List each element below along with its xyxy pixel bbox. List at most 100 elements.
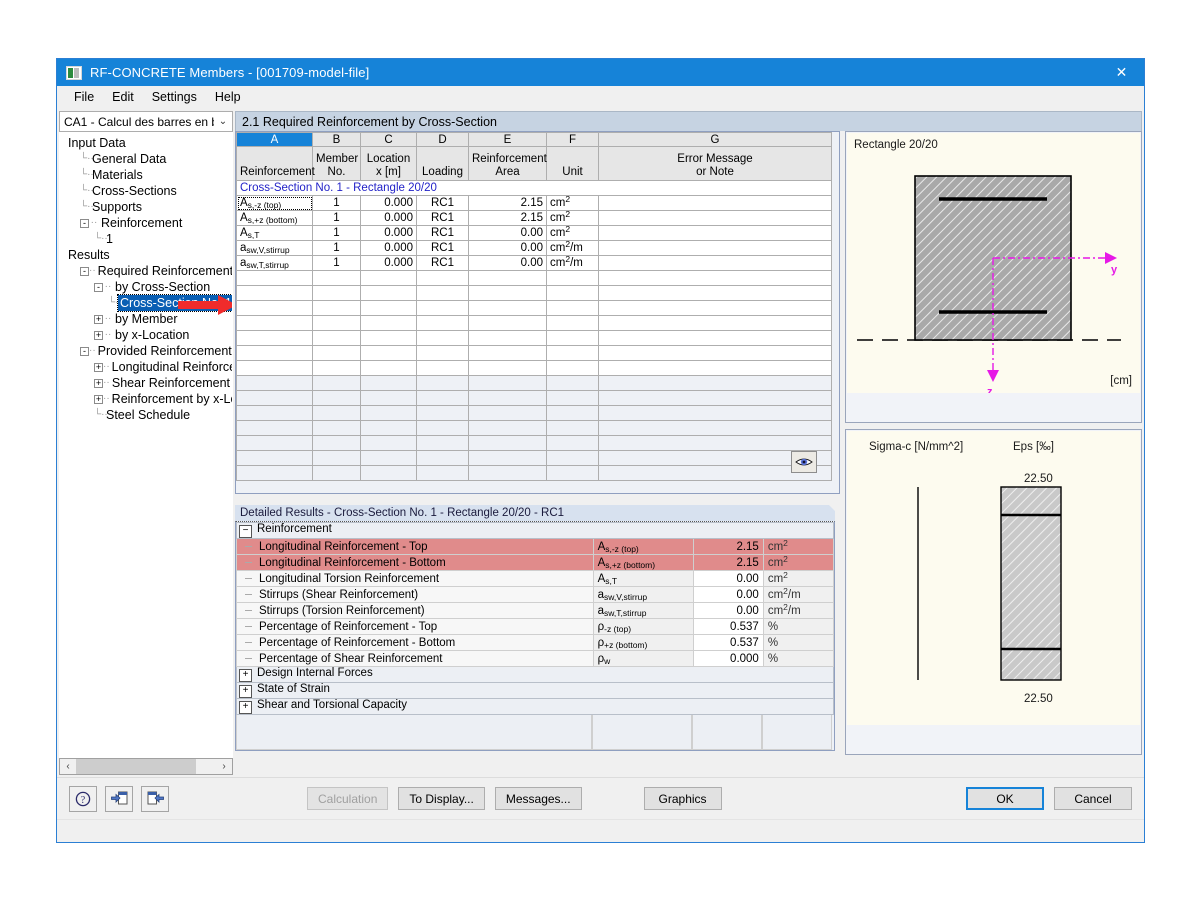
- table-row[interactable]: As,-z (top)10.000RC12.15cm2: [237, 196, 832, 211]
- cell-empty[interactable]: [313, 286, 361, 301]
- question-mark-icon[interactable]: ?: [69, 786, 97, 812]
- cell-empty[interactable]: [313, 316, 361, 331]
- cell-empty[interactable]: [237, 316, 313, 331]
- cell-empty[interactable]: [469, 316, 547, 331]
- cell-empty[interactable]: [469, 331, 547, 346]
- tree-toggle-icon[interactable]: +: [94, 379, 103, 388]
- cell-error-note[interactable]: [599, 241, 832, 256]
- cell-empty[interactable]: [599, 301, 832, 316]
- tree-toggle-icon[interactable]: -: [94, 283, 103, 292]
- design-case-dropdown[interactable]: CA1 - Calcul des barres en béto ⌄: [59, 111, 233, 132]
- column-header-e[interactable]: E: [469, 133, 547, 147]
- tree-item-shear-reinforcement[interactable]: +··Shear Reinforcement: [60, 375, 232, 391]
- cell-empty[interactable]: [417, 361, 469, 376]
- tree-toggle-icon[interactable]: -: [80, 219, 89, 228]
- cell-empty[interactable]: [417, 346, 469, 361]
- expand-collapse-icon[interactable]: +: [239, 701, 252, 714]
- detail-row[interactable]: Stirrups (Shear Reinforcement)asw,V,stir…: [237, 587, 834, 603]
- detail-row[interactable]: Stirrups (Torsion Reinforcement)asw,T,st…: [237, 603, 834, 619]
- cell-empty[interactable]: [547, 361, 599, 376]
- menu-item-edit[interactable]: Edit: [103, 88, 143, 106]
- table-row-empty[interactable]: [237, 316, 832, 331]
- cell-error-note[interactable]: [599, 211, 832, 226]
- navigator-hscrollbar[interactable]: ‹ ›: [59, 758, 233, 775]
- cell-loading[interactable]: RC1: [417, 196, 469, 211]
- tree-item-general-data[interactable]: └··General Data: [60, 151, 232, 167]
- cell-empty[interactable]: [547, 316, 599, 331]
- cell-location-x[interactable]: 0.000: [361, 196, 417, 211]
- tree-toggle-icon[interactable]: -: [80, 267, 89, 276]
- cell-empty[interactable]: [313, 361, 361, 376]
- cell-empty[interactable]: [361, 301, 417, 316]
- cell-empty[interactable]: [599, 286, 832, 301]
- cell-empty[interactable]: [469, 361, 547, 376]
- cell-empty[interactable]: [547, 301, 599, 316]
- tree-item-cross-sections[interactable]: └··Cross-Sections: [60, 183, 232, 199]
- cell-empty[interactable]: [313, 301, 361, 316]
- table-row-empty[interactable]: [237, 346, 832, 361]
- tree-item-steel-schedule[interactable]: └··Steel Schedule: [60, 407, 232, 423]
- tree-item-reinforcement[interactable]: -··Reinforcement: [60, 215, 232, 231]
- cell-unit[interactable]: cm2/m: [547, 256, 599, 271]
- cell-empty[interactable]: [361, 271, 417, 286]
- expand-collapse-icon[interactable]: +: [239, 669, 252, 682]
- cell-loading[interactable]: RC1: [417, 256, 469, 271]
- cell-empty[interactable]: [313, 271, 361, 286]
- cell-empty[interactable]: [417, 331, 469, 346]
- arrow-left-panel-icon[interactable]: [105, 786, 133, 812]
- table-row[interactable]: asw,T,stirrup10.000RC10.00cm2/m: [237, 256, 832, 271]
- detail-row[interactable]: Longitudinal Reinforcement - BottomAs,+z…: [237, 555, 834, 571]
- cell-empty[interactable]: [361, 331, 417, 346]
- menu-item-file[interactable]: File: [65, 88, 103, 106]
- cell-empty[interactable]: [469, 301, 547, 316]
- graphics-button[interactable]: Graphics: [644, 787, 722, 810]
- cell-empty[interactable]: [469, 286, 547, 301]
- cell-member-no[interactable]: 1: [313, 196, 361, 211]
- messages-button[interactable]: Messages...: [495, 787, 582, 810]
- cell-empty[interactable]: [237, 331, 313, 346]
- cell-loading[interactable]: RC1: [417, 211, 469, 226]
- cell-empty[interactable]: [237, 271, 313, 286]
- scroll-thumb[interactable]: [76, 759, 196, 774]
- tree-item-reinforcement-by-x-locatio[interactable]: +··Reinforcement by x-Locatio: [60, 391, 232, 407]
- strain-canvas[interactable]: Sigma-c [N/mm^2] Eps [‰] 22.50 22.50: [847, 431, 1140, 725]
- detail-row[interactable]: Longitudinal Torsion ReinforcementAs,T0.…: [237, 571, 834, 587]
- cell-empty[interactable]: [417, 271, 469, 286]
- table-row[interactable]: As,+z (bottom)10.000RC12.15cm2: [237, 211, 832, 226]
- tree-item-materials[interactable]: └··Materials: [60, 167, 232, 183]
- cell-empty[interactable]: [469, 346, 547, 361]
- cell-empty[interactable]: [599, 271, 832, 286]
- cell-area[interactable]: 0.00: [469, 226, 547, 241]
- visibility-eye-icon[interactable]: [791, 451, 817, 473]
- cell-empty[interactable]: [599, 331, 832, 346]
- cell-loading[interactable]: RC1: [417, 241, 469, 256]
- cell-area[interactable]: 0.00: [469, 256, 547, 271]
- cell-reinforcement[interactable]: As,T: [237, 226, 313, 241]
- cell-location-x[interactable]: 0.000: [361, 241, 417, 256]
- cell-reinforcement[interactable]: As,-z (top): [237, 196, 313, 211]
- tree-toggle-icon[interactable]: +: [94, 315, 103, 324]
- cell-area[interactable]: 2.15: [469, 196, 547, 211]
- tree-item-longitudinal-reinforcement[interactable]: +··Longitudinal Reinforcement: [60, 359, 232, 375]
- tree-item-by-x-location[interactable]: +··by x-Location: [60, 327, 232, 343]
- table-row-empty[interactable]: [237, 361, 832, 376]
- detail-group-state-of-strain[interactable]: +State of Strain: [237, 683, 834, 699]
- table-row-empty[interactable]: [237, 286, 832, 301]
- scroll-right-icon[interactable]: ›: [216, 761, 232, 772]
- cell-empty[interactable]: [417, 316, 469, 331]
- column-header-d[interactable]: D: [417, 133, 469, 147]
- cell-empty[interactable]: [237, 286, 313, 301]
- cell-location-x[interactable]: 0.000: [361, 211, 417, 226]
- cell-unit[interactable]: cm2: [547, 196, 599, 211]
- cell-empty[interactable]: [361, 346, 417, 361]
- cell-area[interactable]: 2.15: [469, 211, 547, 226]
- table-row-empty[interactable]: [237, 271, 832, 286]
- cell-empty[interactable]: [547, 286, 599, 301]
- table-row[interactable]: asw,V,stirrup10.000RC10.00cm2/m: [237, 241, 832, 256]
- cell-error-note[interactable]: [599, 256, 832, 271]
- cell-error-note[interactable]: [599, 226, 832, 241]
- scroll-track[interactable]: [76, 759, 216, 774]
- cell-member-no[interactable]: 1: [313, 241, 361, 256]
- cross-section-canvas[interactable]: Rectangle 20/20 [cm]: [847, 133, 1140, 393]
- calculation-button[interactable]: Calculation: [307, 787, 388, 810]
